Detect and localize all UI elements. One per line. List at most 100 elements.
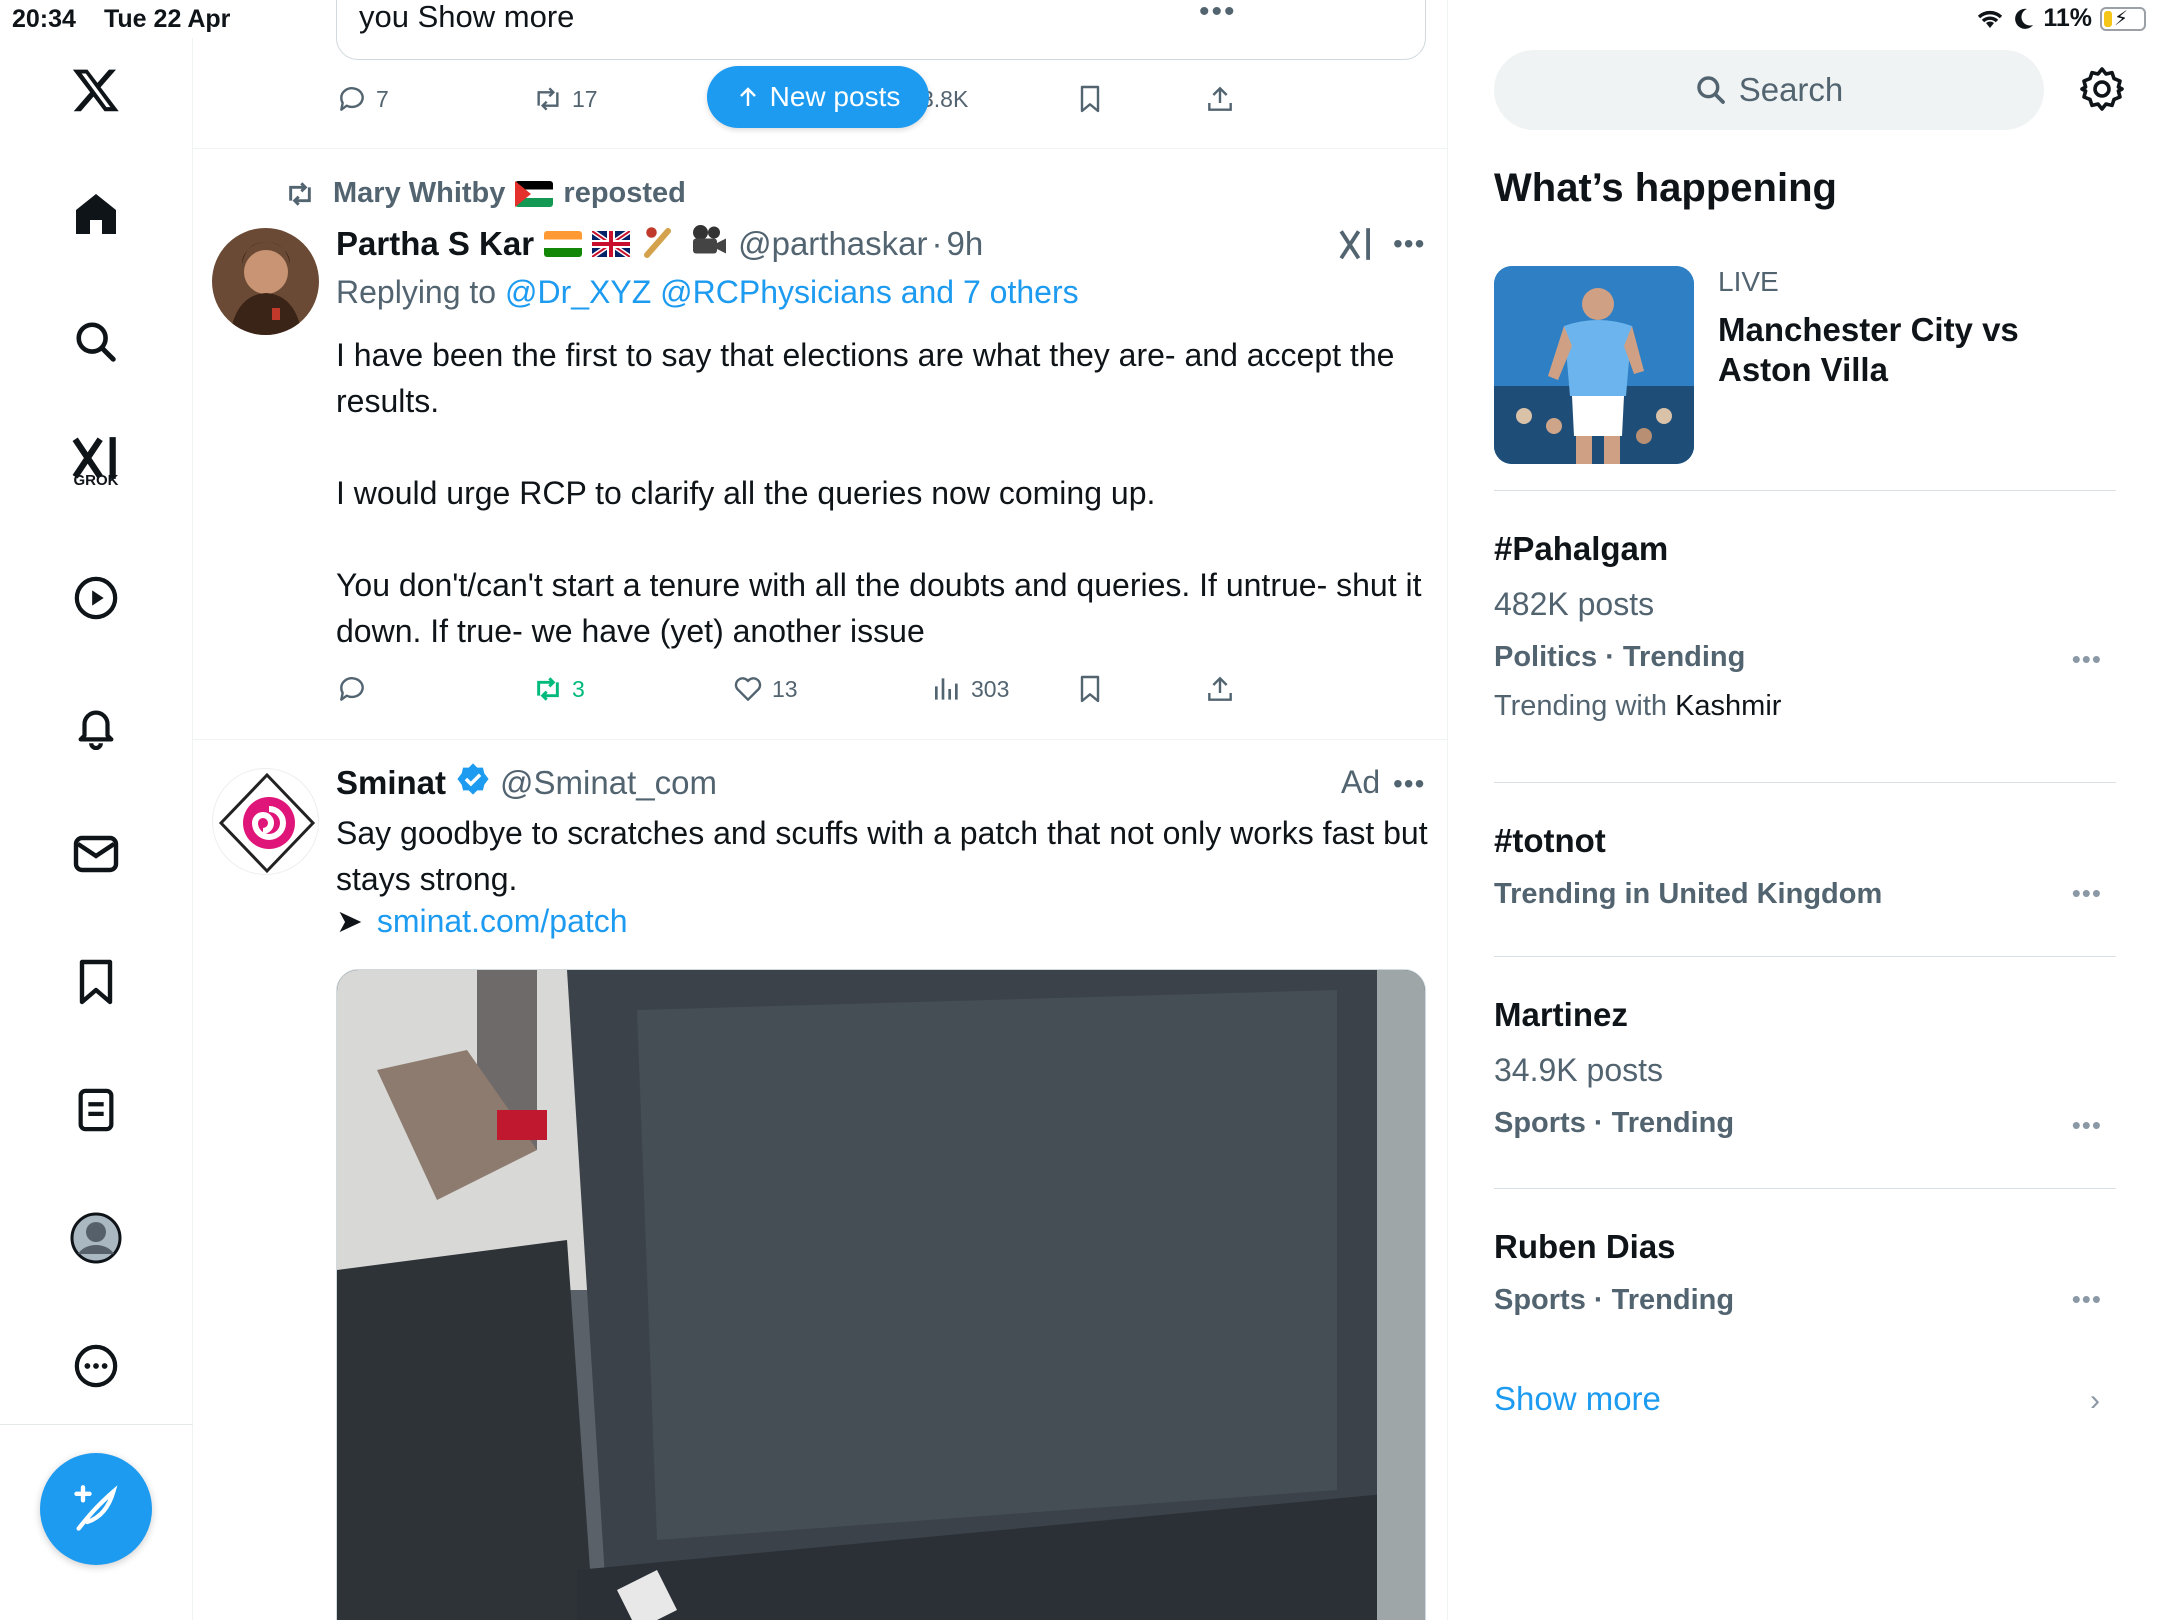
more-dots-icon: •••: [1199, 0, 1237, 28]
trend-posts: 34.9K posts: [1494, 1052, 1663, 1088]
repost-user: Mary Whitby: [333, 177, 506, 209]
trend-name: Ruben Dias: [1494, 1228, 1676, 1265]
replying-prefix: Replying to: [336, 274, 497, 310]
compose-post-button[interactable]: [40, 1453, 152, 1565]
right-sidebar: Search What’s happening LIVE Manchester …: [1448, 0, 2160, 1620]
bookmarks-icon[interactable]: [66, 952, 126, 1012]
author-handle[interactable]: @parthaskar: [738, 225, 927, 263]
left-navigation: GROK: [0, 38, 193, 1620]
share-button[interactable]: [1204, 667, 1236, 711]
timeline-feed[interactable]: you Show more ••• 7 17 3.8K New posts Ma…: [193, 0, 1448, 1620]
trend-name: #totnot: [1494, 822, 1606, 859]
repost-button[interactable]: 3: [532, 667, 585, 711]
grok-label: GROK: [73, 472, 119, 489]
trend-more-icon[interactable]: •••: [2072, 1284, 2102, 1315]
ad-link[interactable]: sminat.com/patch: [377, 903, 628, 940]
trend-category: Sports · Trending: [1494, 1107, 1735, 1139]
reply-icon: [340, 87, 364, 111]
trend-posts: 482K posts: [1494, 586, 1655, 622]
trend-category: Politics · Trending: [1494, 641, 1746, 673]
quoted-card[interactable]: you Show more •••: [336, 0, 1426, 60]
search-box[interactable]: Search: [1494, 50, 2044, 130]
trend-divider: [1494, 1188, 2116, 1189]
uk-flag-icon: [592, 231, 631, 257]
heart-icon: [734, 677, 762, 701]
notifications-icon[interactable]: [66, 696, 126, 756]
trend-item[interactable]: #totnot Trending in United Kingdom •••: [1494, 822, 2116, 911]
replying-to-links[interactable]: @Dr_XYZ @RCPhysicians and 7 others: [505, 274, 1079, 310]
repost-count: 17: [572, 85, 598, 112]
tweet-paragraph: I have been the first to say that electi…: [336, 337, 1395, 419]
trend-item[interactable]: #Pahalgam 482K posts Politics · Trending…: [1494, 530, 2116, 723]
views-chart-icon: [935, 678, 958, 700]
tweet-more-icon[interactable]: •••: [1393, 228, 1425, 260]
bookmark-icon: [1080, 85, 1100, 113]
new-posts-button[interactable]: New posts: [707, 66, 929, 128]
ad-text[interactable]: Say goodbye to scratches and scuffs with…: [336, 810, 1436, 902]
views-button[interactable]: 303: [931, 667, 1009, 711]
chevron-right-icon[interactable]: ›: [2090, 1384, 2100, 1418]
new-posts-label: New posts: [769, 81, 901, 112]
reply-button[interactable]: 7: [336, 77, 389, 121]
ad-video[interactable]: [336, 969, 1426, 1620]
show-more-link[interactable]: Show more: [1494, 1380, 1661, 1418]
nav-divider: [0, 1424, 193, 1425]
repost-button[interactable]: 17: [532, 77, 598, 121]
author-avatar[interactable]: [212, 228, 319, 335]
trending-with-topic[interactable]: Kashmir: [1675, 690, 1781, 722]
trend-more-icon[interactable]: •••: [2072, 644, 2102, 675]
ad-more-icon[interactable]: •••: [1393, 768, 1425, 800]
grok-explain-icon[interactable]: [1338, 226, 1376, 267]
verified-badge-icon: [456, 762, 490, 804]
more-options-icon[interactable]: [66, 1336, 126, 1396]
reply-icon: [340, 677, 364, 701]
grok-icon[interactable]: GROK: [66, 428, 126, 489]
author-name[interactable]: Partha S Kar: [336, 225, 534, 263]
trending-with: Trending with Kashmir: [1494, 690, 2116, 723]
trend-divider: [1494, 782, 2116, 783]
cricket-icon: [640, 222, 678, 266]
tweet-paragraph: You don't/can't start a tenure with all …: [336, 567, 1422, 649]
share-icon: [1208, 86, 1232, 111]
quoted-card-text: you Show more: [359, 0, 575, 34]
x-logo-icon[interactable]: [66, 60, 126, 120]
trend-more-icon[interactable]: •••: [2072, 878, 2102, 909]
live-event-card[interactable]: LIVE Manchester City vs Aston Villa: [1494, 266, 2114, 466]
trend-item[interactable]: Martinez 34.9K posts Sports · Trending •…: [1494, 996, 2116, 1140]
tweet-time[interactable]: 9h: [947, 225, 984, 263]
profile-avatar-icon[interactable]: [66, 1208, 126, 1268]
reply-button[interactable]: [336, 667, 376, 711]
share-button[interactable]: [1204, 77, 1236, 121]
bookmark-icon: [1080, 675, 1100, 703]
repost-icon: [537, 677, 559, 701]
settings-gear-icon[interactable]: [2078, 65, 2126, 113]
messages-icon[interactable]: [66, 824, 126, 884]
search-icon[interactable]: [66, 312, 126, 372]
ad-label: Ad: [1341, 764, 1381, 800]
like-button[interactable]: 13: [732, 667, 798, 711]
tweet-actions: 3 13 303: [336, 667, 1336, 711]
advertiser-handle[interactable]: @Sminat_com: [500, 764, 717, 802]
status-time: 20:34: [12, 5, 76, 33]
repost-context[interactable]: Mary Whitby reposted: [283, 177, 686, 210]
video-icon[interactable]: [66, 568, 126, 628]
repost-suffix: reposted: [563, 177, 686, 209]
repost-count: 3: [572, 675, 585, 702]
quill-icon: [74, 1485, 118, 1531]
repost-icon: [289, 181, 311, 206]
bookmark-button[interactable]: [1074, 667, 1106, 711]
trend-more-icon[interactable]: •••: [2072, 1110, 2102, 1141]
tweet-text[interactable]: I have been the first to say that electi…: [336, 332, 1436, 654]
arrow-up-icon: [739, 87, 756, 106]
palestine-flag-icon: [515, 180, 554, 207]
like-count: 13: [772, 675, 798, 702]
trend-item[interactable]: Ruben Dias Sports · Trending •••: [1494, 1228, 2116, 1317]
ad-link-row: ➤ sminat.com/patch: [336, 902, 628, 940]
lists-icon[interactable]: [66, 1080, 126, 1140]
trend-divider: [1494, 956, 2116, 957]
home-icon[interactable]: [66, 184, 126, 244]
india-flag-icon: [544, 231, 583, 257]
advertiser-avatar[interactable]: [212, 768, 319, 875]
advertiser-name[interactable]: Sminat: [336, 764, 446, 802]
bookmark-button[interactable]: [1074, 77, 1106, 121]
